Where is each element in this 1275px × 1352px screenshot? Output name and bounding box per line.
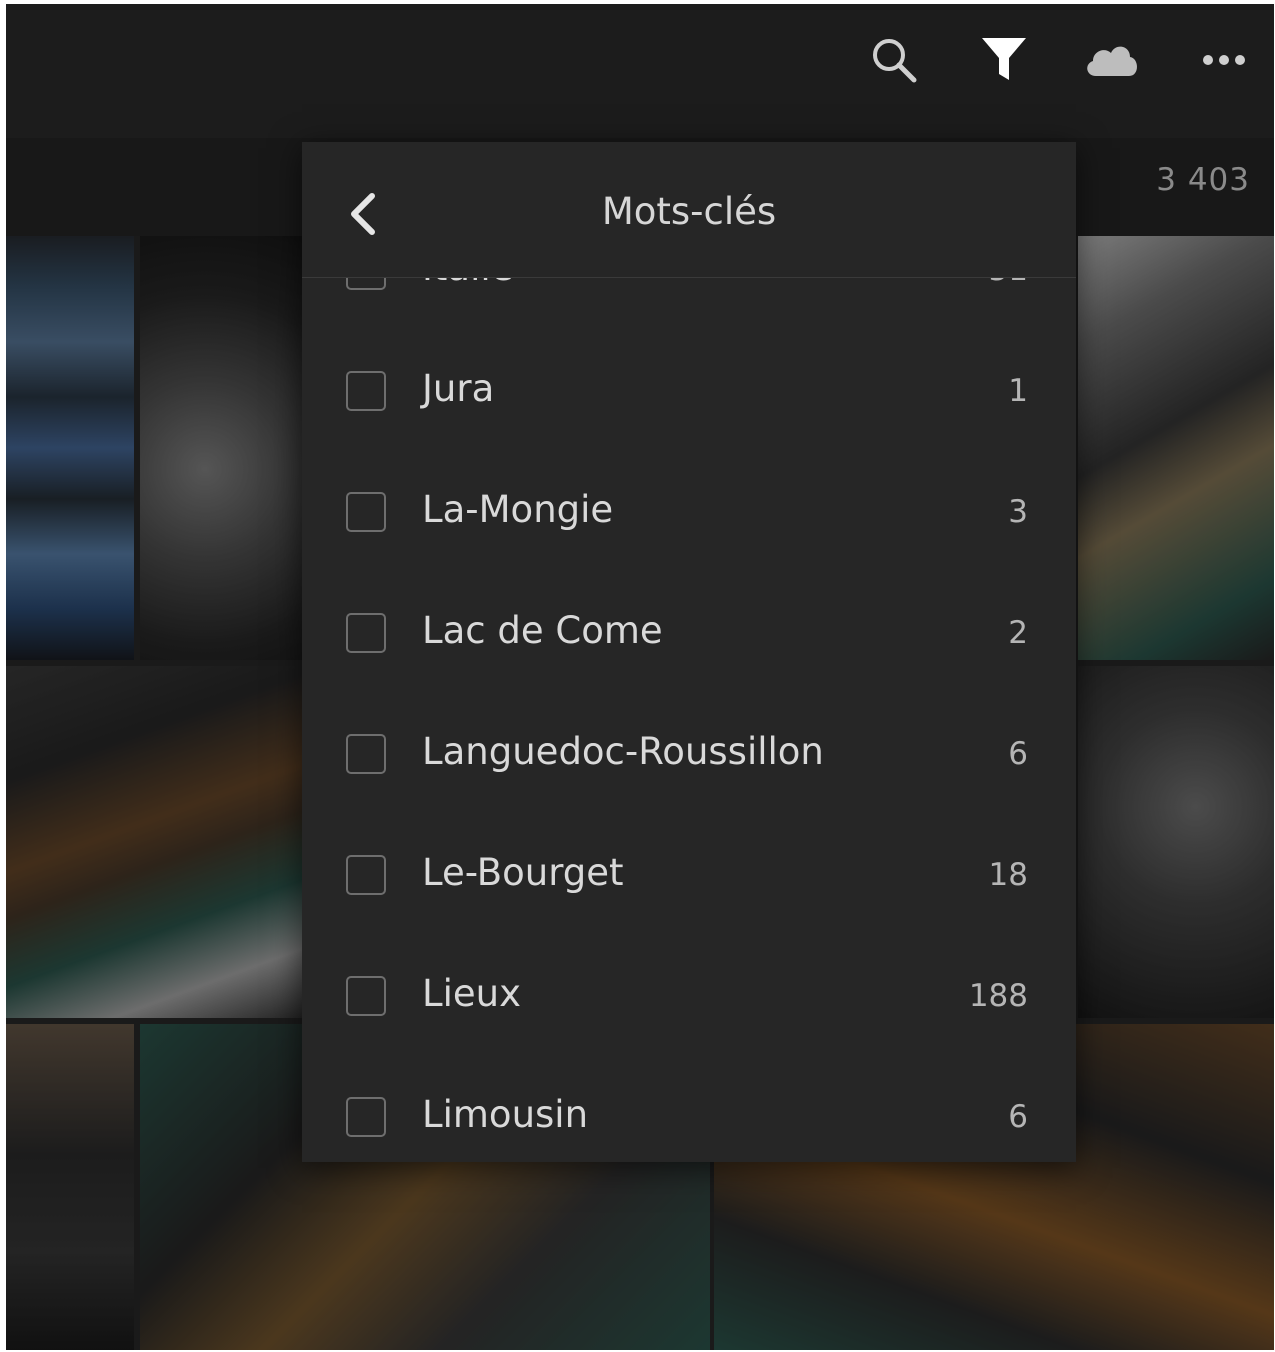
keyword-checkbox[interactable] bbox=[346, 492, 386, 532]
more-icon[interactable] bbox=[1198, 34, 1250, 86]
keyword-row[interactable]: Languedoc-Roussillon 6 bbox=[302, 696, 1076, 817]
search-icon[interactable] bbox=[868, 34, 920, 86]
keyword-row[interactable]: Limousin 6 bbox=[302, 1059, 1076, 1162]
top-toolbar bbox=[6, 4, 1274, 138]
photo-thumbnail[interactable] bbox=[6, 666, 302, 1018]
keyword-checkbox[interactable] bbox=[346, 613, 386, 653]
photo-thumbnail[interactable] bbox=[1078, 236, 1274, 660]
filter-icon[interactable] bbox=[978, 34, 1030, 86]
keyword-row[interactable]: La-Mongie 3 bbox=[302, 454, 1076, 575]
keywords-popover: Italie51Jura1La-Mongie3Lac de Come2Langu… bbox=[302, 142, 1076, 1162]
photo-thumbnail[interactable] bbox=[140, 236, 302, 660]
keyword-row[interactable]: Lac de Come 2 bbox=[302, 575, 1076, 696]
keyword-label: Lieux bbox=[422, 972, 522, 1015]
keyword-count: 1 bbox=[1008, 373, 1028, 409]
photo-thumbnail[interactable] bbox=[6, 236, 134, 660]
photo-count: 3 403 bbox=[1156, 162, 1250, 198]
keyword-checkbox[interactable] bbox=[346, 976, 386, 1016]
keyword-count: 18 bbox=[988, 857, 1028, 893]
keyword-label: Jura bbox=[422, 367, 495, 410]
keyword-count: 6 bbox=[1008, 736, 1028, 772]
keyword-count: 188 bbox=[968, 978, 1028, 1014]
keyword-count: 2 bbox=[1008, 615, 1028, 651]
keyword-label: Languedoc-Roussillon bbox=[422, 730, 824, 773]
keyword-row[interactable]: Le-Bourget 18 bbox=[302, 817, 1076, 938]
cloud-icon[interactable] bbox=[1082, 34, 1142, 86]
popover-header: Mots-clés bbox=[302, 142, 1076, 278]
app-window: 3 403 Italie51Jura1La-Mongie3Lac de Come… bbox=[6, 4, 1274, 1350]
keyword-checkbox[interactable] bbox=[346, 371, 386, 411]
popover-title: Mots-clés bbox=[601, 190, 777, 233]
photo-thumbnail[interactable] bbox=[6, 1024, 134, 1350]
keyword-label: Le-Bourget bbox=[422, 851, 624, 894]
keyword-checkbox[interactable] bbox=[346, 1097, 386, 1137]
keyword-checkbox[interactable] bbox=[346, 734, 386, 774]
keyword-row[interactable]: Lieux 188 bbox=[302, 938, 1076, 1059]
keyword-list[interactable]: Italie51Jura1La-Mongie3Lac de Come2Langu… bbox=[302, 142, 1076, 1162]
keyword-count: 6 bbox=[1008, 1099, 1028, 1135]
keyword-row[interactable]: Jura 1 bbox=[302, 333, 1076, 454]
keyword-label: Lac de Come bbox=[422, 609, 663, 652]
keyword-count: 3 bbox=[1008, 494, 1028, 530]
keyword-label: Limousin bbox=[422, 1093, 589, 1136]
keyword-checkbox[interactable] bbox=[346, 855, 386, 895]
keyword-label: La-Mongie bbox=[422, 488, 614, 531]
photo-thumbnail[interactable] bbox=[1078, 666, 1274, 1018]
